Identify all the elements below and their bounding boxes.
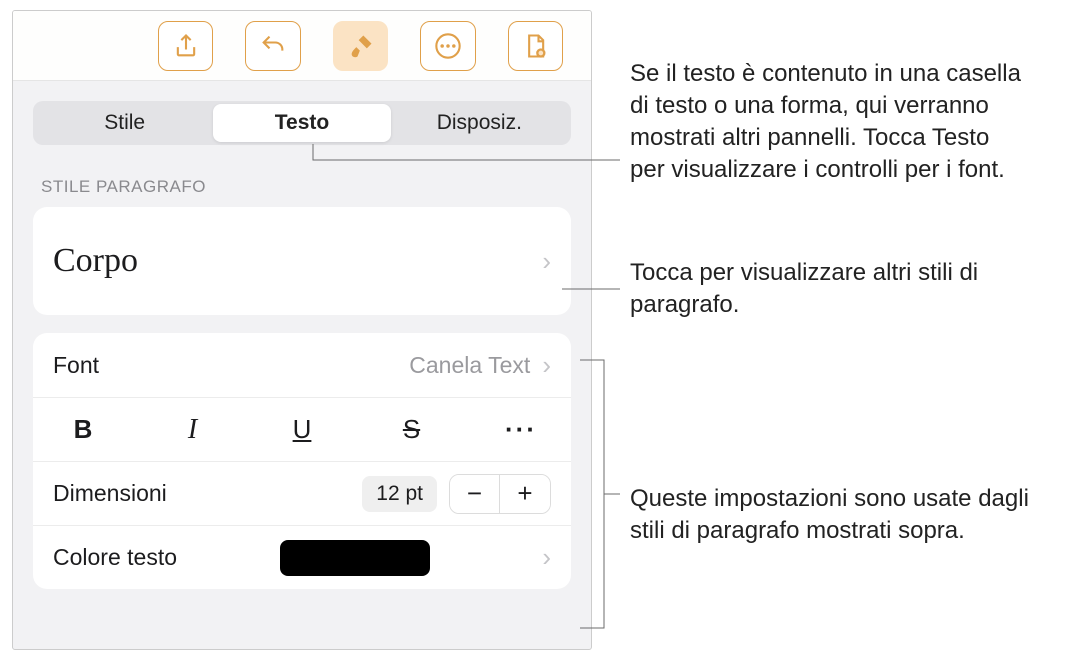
tab-style[interactable]: Stile [36, 104, 213, 142]
color-label: Colore testo [53, 544, 177, 571]
size-label: Dimensioni [53, 480, 167, 507]
chevron-right-icon: › [542, 246, 551, 277]
underline-button[interactable]: U [282, 414, 322, 445]
share-icon [172, 32, 200, 60]
chevron-right-icon: › [542, 542, 551, 573]
undo-button[interactable] [245, 21, 300, 71]
paragraph-style-name: Corpo [53, 242, 138, 280]
top-toolbar [13, 11, 591, 81]
paragraph-style-card: Corpo › [33, 207, 571, 315]
italic-button[interactable]: I [173, 414, 213, 446]
callout-tabs: Se il testo è contenuto in una casella d… [630, 58, 1030, 186]
callout-settings: Queste impostazioni sono usate dagli sti… [630, 483, 1030, 547]
size-stepper: − + [449, 474, 551, 514]
color-row[interactable]: Colore testo › [33, 525, 571, 589]
paragraph-style-header: STILE PARAGRAFO [13, 145, 591, 207]
chevron-right-icon: › [542, 350, 551, 381]
more-text-options-button[interactable]: ··· [501, 414, 541, 445]
size-increase-button[interactable]: + [500, 475, 550, 513]
format-panel: Stile Testo Disposiz. STILE PARAGRAFO Co… [12, 10, 592, 650]
undo-icon [259, 32, 287, 60]
more-button[interactable] [420, 21, 475, 71]
inspector-tabs: Stile Testo Disposiz. [33, 101, 571, 145]
tab-text[interactable]: Testo [213, 104, 390, 142]
segmented-control-wrap: Stile Testo Disposiz. [13, 81, 591, 145]
document-icon [521, 32, 549, 60]
callout-paragraph-styles: Tocca per visualizzare altri stili di pa… [630, 257, 1030, 321]
font-value: Canela Text [409, 352, 530, 379]
text-style-row: B I U S ··· [33, 397, 571, 461]
share-button[interactable] [158, 21, 213, 71]
font-label: Font [53, 352, 99, 379]
bold-button[interactable]: B [63, 414, 103, 445]
brush-icon [347, 32, 375, 60]
format-button[interactable] [333, 21, 388, 71]
size-value[interactable]: 12 pt [362, 476, 437, 512]
size-row: Dimensioni 12 pt − + [33, 461, 571, 525]
color-swatch[interactable] [280, 540, 430, 576]
font-row[interactable]: Font Canela Text › [33, 333, 571, 397]
tab-layout[interactable]: Disposiz. [391, 104, 568, 142]
document-button[interactable] [508, 21, 563, 71]
text-settings-card: Font Canela Text › B I U S ··· Dimension… [33, 333, 571, 589]
more-icon [434, 32, 462, 60]
paragraph-style-row[interactable]: Corpo › [33, 207, 571, 315]
size-decrease-button[interactable]: − [450, 475, 500, 513]
strikethrough-button[interactable]: S [392, 414, 432, 445]
